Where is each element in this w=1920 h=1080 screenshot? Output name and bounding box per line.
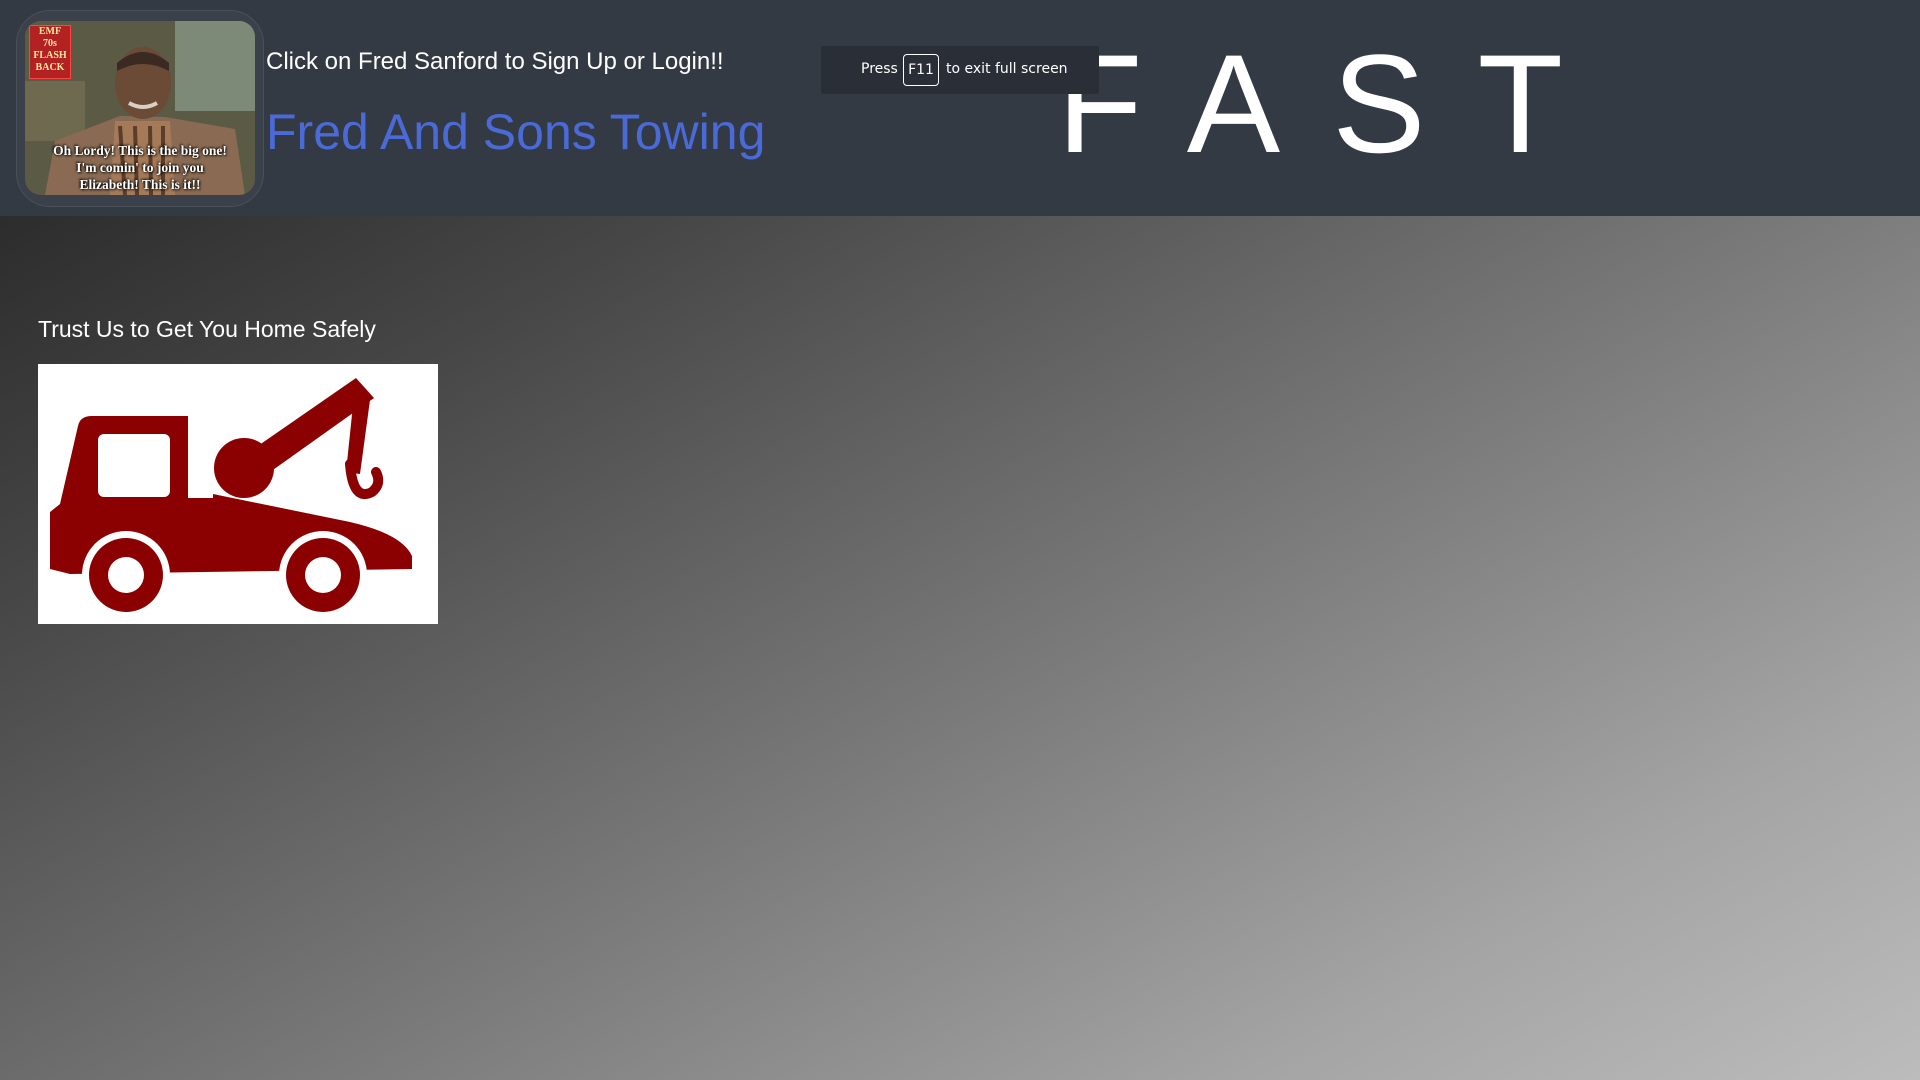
badge-line: 70s <box>43 38 57 49</box>
signup-login-prompt[interactable]: Click on Fred Sanford to Sign Up or Logi… <box>266 48 724 76</box>
badge-line: EMF <box>38 26 62 37</box>
f11-key-badge: F11 <box>903 54 939 86</box>
tow-truck-image <box>38 364 438 624</box>
flashback-badge: EMF 70s FLASH BACK <box>29 25 71 79</box>
brand-title: Fred And Sons Towing <box>266 104 766 160</box>
notice-press-text: Press <box>861 61 898 77</box>
fullscreen-exit-notice: Press F11 to exit full screen <box>821 46 1099 94</box>
fred-sanford-login-avatar[interactable]: EMF 70s FLASH BACK Oh Lordy! This is the… <box>16 10 264 207</box>
notice-exit-text: to exit full screen <box>946 61 1068 77</box>
fast-heading: FAST <box>1057 25 1616 182</box>
badge-line: FLASH <box>33 50 67 61</box>
avatar-caption: Oh Lordy! This is the big one! I'm comin… <box>53 143 227 192</box>
tow-truck-icon <box>50 378 412 619</box>
badge-line: BACK <box>35 62 65 73</box>
site-header: EMF 70s FLASH BACK Oh Lordy! This is the… <box>0 0 1920 216</box>
tagline: Trust Us to Get You Home Safely <box>38 316 376 342</box>
fred-sanford-photo[interactable]: EMF 70s FLASH BACK Oh Lordy! This is the… <box>25 21 255 195</box>
